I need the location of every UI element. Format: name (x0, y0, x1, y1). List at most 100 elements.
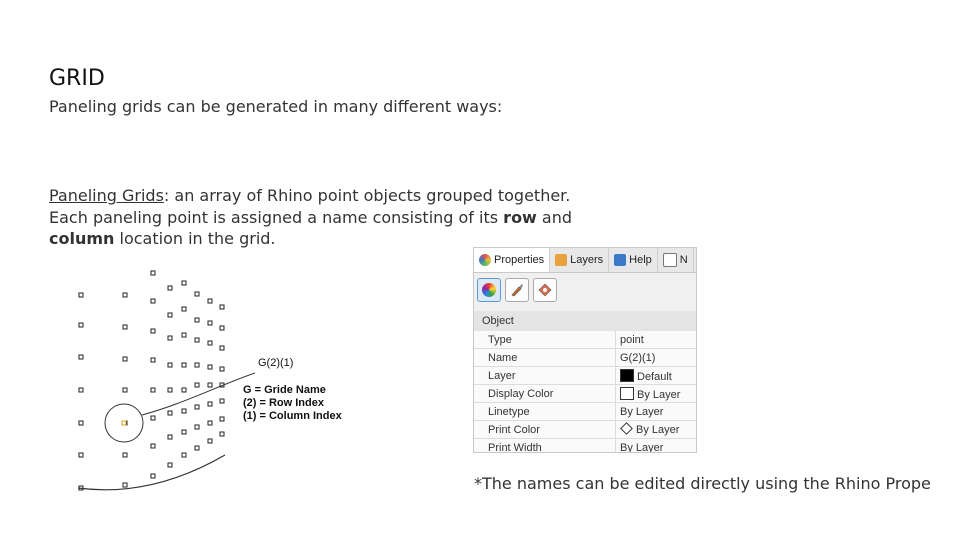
grid-point (181, 408, 187, 414)
prop-name: Print Width (474, 438, 616, 452)
prop-name: Display Color (474, 384, 616, 403)
prop-name: Print Color (474, 420, 616, 439)
grid-point (167, 312, 173, 318)
grid-point (78, 452, 84, 458)
grid-point (219, 416, 225, 422)
grid-point (207, 298, 213, 304)
grid-point (150, 443, 156, 449)
properties-table: Type point Name G(2)(1) Layer Default Di… (474, 331, 696, 452)
grid-point (194, 445, 200, 451)
table-row[interactable]: Linetype By Layer (474, 402, 696, 421)
grid-point (78, 322, 84, 328)
tab-notes[interactable]: N (658, 248, 694, 272)
table-row[interactable]: Print Width By Layer (474, 438, 696, 452)
grid-point (150, 270, 156, 276)
grid-point (207, 420, 213, 426)
grid-point (207, 320, 213, 326)
properties-panel: Properties Layers Help N Object Type poi… (473, 247, 697, 453)
material-button[interactable] (505, 278, 529, 302)
tab-label: Help (629, 254, 652, 266)
slide-title: GRID (49, 66, 105, 91)
grid-point (150, 357, 156, 363)
tab-label: Layers (570, 254, 604, 266)
grid-point (207, 401, 213, 407)
grid-point (207, 364, 213, 370)
grid-point (207, 382, 213, 388)
panel-tab-row: Properties Layers Help N (474, 248, 696, 273)
grid-point (150, 328, 156, 334)
grid-point (194, 317, 200, 323)
grid-point (181, 429, 187, 435)
grid-point (194, 337, 200, 343)
grid-point (194, 291, 200, 297)
help-icon (614, 254, 627, 266)
prop-value[interactable]: By Layer (615, 420, 696, 439)
grid-point (194, 362, 200, 368)
body-text: Paneling Grids: an array of Rhino point … (49, 185, 589, 250)
prop-value: point (615, 331, 696, 349)
grid-point (207, 340, 213, 346)
prop-value[interactable]: By Layer (615, 402, 696, 421)
point-label: G(2)(1) (258, 357, 293, 369)
prop-name: Name (474, 348, 616, 367)
grid-point (207, 438, 213, 444)
and-word: and (536, 207, 573, 227)
grid-point (122, 356, 128, 362)
grid-point (219, 366, 225, 372)
layer-color-swatch (620, 368, 634, 382)
object-color-button[interactable] (477, 278, 501, 302)
render-button[interactable] (533, 278, 557, 302)
grid-point (167, 362, 173, 368)
grid-point (122, 482, 128, 488)
grid-point (150, 473, 156, 479)
grid-point (167, 462, 173, 468)
table-row[interactable]: Name G(2)(1) (474, 348, 696, 367)
table-row[interactable]: Type point (474, 331, 696, 349)
legend-line-1: G = Gride Name (243, 384, 326, 396)
grid-point (78, 387, 84, 393)
grid-point (122, 292, 128, 298)
color-wheel-icon (482, 283, 496, 297)
prop-value[interactable]: By Layer (615, 384, 696, 403)
prop-value[interactable]: G(2)(1) (615, 348, 696, 367)
legend-line-3: (1) = Column Index (243, 410, 343, 422)
object-section-header: Object (474, 311, 696, 331)
table-row[interactable]: Print Color By Layer (474, 420, 696, 439)
grid-point (219, 345, 225, 351)
prop-name: Linetype (474, 402, 616, 421)
grid-point (150, 298, 156, 304)
notes-icon (662, 253, 677, 267)
grid-point (122, 324, 128, 330)
panel-icon-row (474, 273, 696, 307)
tab-properties[interactable]: Properties (474, 248, 551, 272)
grid-point (181, 452, 187, 458)
grid-point (219, 304, 225, 310)
table-row[interactable]: Display Color By Layer (474, 384, 696, 403)
print-color-diamond-icon (620, 421, 633, 435)
grid-point (122, 452, 128, 458)
brush-icon (511, 284, 523, 297)
grid-point (122, 387, 128, 393)
prop-value[interactable]: By Layer (615, 438, 696, 452)
layers-icon (555, 254, 568, 266)
grid-point (167, 434, 173, 440)
slide-subtitle: Paneling grids can be generated in many … (49, 97, 503, 116)
table-row[interactable]: Layer Default (474, 366, 696, 385)
grid-base-curve (77, 454, 226, 491)
body-line1-rest: : an array of Rhino point objects groupe… (163, 186, 571, 205)
footnote: *The names can be edited directly using … (474, 474, 931, 493)
tab-layers[interactable]: Layers (550, 248, 610, 272)
grid-point (167, 335, 173, 341)
prop-value[interactable]: Default (615, 366, 696, 385)
selected-grid-point (121, 420, 127, 426)
render-icon (538, 283, 552, 297)
tab-label: Properties (494, 253, 545, 266)
grid-point (167, 387, 173, 393)
tab-help[interactable]: Help (609, 248, 658, 272)
grid-point (167, 285, 173, 291)
grid-point (181, 362, 187, 368)
grid-point (78, 420, 84, 426)
grid-diagram: G(2)(1) G = Gride Name (2) = Row Index (… (77, 270, 343, 491)
grid-point (219, 398, 225, 404)
properties-icon (479, 253, 491, 266)
